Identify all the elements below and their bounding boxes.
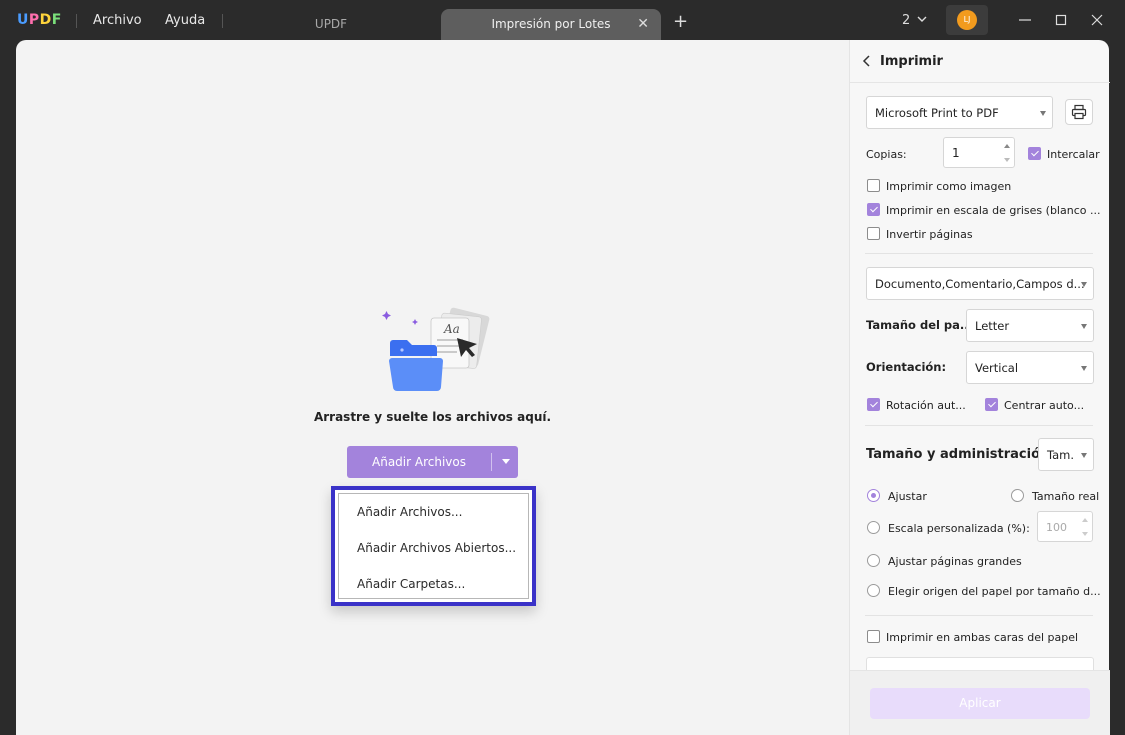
custom-scale-label: Escala personalizada (%): <box>888 522 1030 535</box>
close-window-icon[interactable] <box>1089 12 1105 28</box>
printer-icon <box>1071 104 1087 120</box>
content-select[interactable]: Documento,Comentario,Campos d... <box>866 267 1094 300</box>
increment-icon[interactable] <box>1082 518 1088 522</box>
divider <box>491 453 492 471</box>
paper-source-radio[interactable] <box>867 584 880 597</box>
divider <box>865 615 1093 616</box>
tab-batch-print[interactable]: Impresión por Lotes ✕ <box>441 9 661 40</box>
printer-select[interactable]: Microsoft Print to PDF <box>866 96 1053 129</box>
drop-instructions: Arrastre y suelte los archivos aquí. <box>313 410 552 424</box>
dropdown-arrow-icon <box>1081 453 1087 458</box>
content-value: Documento,Comentario,Campos d... <box>875 277 1085 291</box>
print-as-image-checkbox[interactable] <box>867 179 880 192</box>
menu-item-add-files[interactable]: Añadir Archivos... <box>357 505 462 519</box>
menu-item-add-open-files[interactable]: Añadir Archivos Abiertos... <box>357 541 516 555</box>
panel-footer: Aplicar <box>850 670 1110 735</box>
auto-center-checkbox[interactable] <box>985 398 998 411</box>
collate-checkbox[interactable] <box>1028 147 1041 160</box>
window-count[interactable]: 2 <box>902 13 910 28</box>
menu-item-add-folders[interactable]: Añadir Carpetas... <box>357 577 465 591</box>
invert-pages-label: Invertir páginas <box>886 228 973 241</box>
print-panel: Imprimir Microsoft Print to PDF Copias: … <box>849 40 1110 735</box>
chevron-left-icon[interactable] <box>862 55 872 67</box>
auto-center-label: Centrar auto... <box>1004 399 1085 412</box>
paper-source-label: Elegir origen del papel por tamaño d... <box>888 585 1101 598</box>
panel-title: Imprimir <box>880 54 943 69</box>
increment-icon[interactable] <box>1004 144 1010 148</box>
fit-radio[interactable] <box>867 489 880 502</box>
paper-size-select[interactable]: Letter <box>966 309 1094 342</box>
duplex-options-select[interactable] <box>866 657 1094 670</box>
copies-label: Copias: <box>866 148 907 161</box>
actual-size-label: Tamaño real <box>1032 490 1100 503</box>
auto-rotate-label: Rotación aut... <box>886 399 966 412</box>
caret-down-icon[interactable] <box>502 459 510 464</box>
app-logo: UPDF <box>17 12 62 28</box>
decrement-icon[interactable] <box>1004 158 1010 162</box>
dropdown-arrow-icon <box>1081 366 1087 371</box>
divider <box>865 253 1093 254</box>
print-as-image-label: Imprimir como imagen <box>886 180 1012 193</box>
divider <box>222 14 223 28</box>
add-files-menu: Añadir Archivos... Añadir Archivos Abier… <box>331 486 536 606</box>
paper-size-value: Letter <box>975 319 1010 333</box>
menu-ayuda[interactable]: Ayuda <box>165 13 205 28</box>
orientation-select[interactable]: Vertical <box>966 351 1094 384</box>
title-bar: UPDF Archivo Ayuda UPDF Impresión por Lo… <box>0 0 1125 40</box>
panel-header: Imprimir <box>850 40 1110 83</box>
custom-scale-value: 100 <box>1046 521 1067 534</box>
duplex-checkbox[interactable] <box>867 630 880 643</box>
grayscale-label: Imprimir en escala de grises (blanco ... <box>886 204 1101 217</box>
collate-label: Intercalar <box>1047 148 1100 161</box>
dropdown-arrow-icon <box>1081 324 1087 329</box>
avatar: LJ <box>957 10 977 30</box>
shrink-large-pages-radio[interactable] <box>867 554 880 567</box>
add-files-button[interactable]: Añadir Archivos <box>347 446 518 478</box>
grayscale-checkbox[interactable] <box>867 203 880 216</box>
menu-archivo[interactable]: Archivo <box>93 13 142 28</box>
printer-value: Microsoft Print to PDF <box>875 106 999 120</box>
apply-button[interactable]: Aplicar <box>870 688 1090 719</box>
orientation-label: Orientación: <box>866 360 947 374</box>
size-management-value: Tam. <box>1047 448 1075 462</box>
tab-updf[interactable]: UPDF <box>296 17 366 31</box>
files-folder-illustration-icon: Aa <box>382 307 490 391</box>
decrement-icon[interactable] <box>1082 532 1088 536</box>
shrink-large-pages-label: Ajustar páginas grandes <box>888 555 1022 568</box>
add-files-label: Añadir Archivos <box>372 455 466 469</box>
size-management-select[interactable]: Tam. <box>1038 438 1094 471</box>
minimize-icon[interactable] <box>1017 12 1033 28</box>
close-tab-icon[interactable]: ✕ <box>637 16 649 32</box>
fit-label: Ajustar <box>888 490 927 503</box>
custom-scale-radio[interactable] <box>867 521 880 534</box>
account-button[interactable]: LJ <box>946 5 988 35</box>
divider <box>76 14 77 28</box>
new-tab-icon[interactable]: + <box>673 11 688 32</box>
dropdown-arrow-icon <box>1040 111 1046 116</box>
paper-size-label: Tamaño del pa... <box>866 318 974 332</box>
copies-value: 1 <box>952 146 960 160</box>
printer-properties-button[interactable] <box>1065 99 1093 125</box>
actual-size-radio[interactable] <box>1011 489 1024 502</box>
auto-rotate-checkbox[interactable] <box>867 398 880 411</box>
chevron-down-icon[interactable] <box>916 13 928 25</box>
invert-pages-checkbox[interactable] <box>867 227 880 240</box>
drop-zone[interactable]: Aa Arrastre y suelte los archivos aquí. … <box>16 40 849 735</box>
tab-label: Impresión por Lotes <box>491 17 611 31</box>
maximize-icon[interactable] <box>1053 12 1069 28</box>
dropdown-arrow-icon <box>1081 282 1087 287</box>
svg-text:Aa: Aa <box>443 322 460 336</box>
duplex-label: Imprimir en ambas caras del papel <box>886 631 1079 644</box>
custom-scale-input[interactable]: 100 <box>1037 511 1093 542</box>
divider <box>865 425 1093 426</box>
copies-stepper[interactable]: 1 <box>943 137 1015 168</box>
orientation-value: Vertical <box>975 361 1019 375</box>
